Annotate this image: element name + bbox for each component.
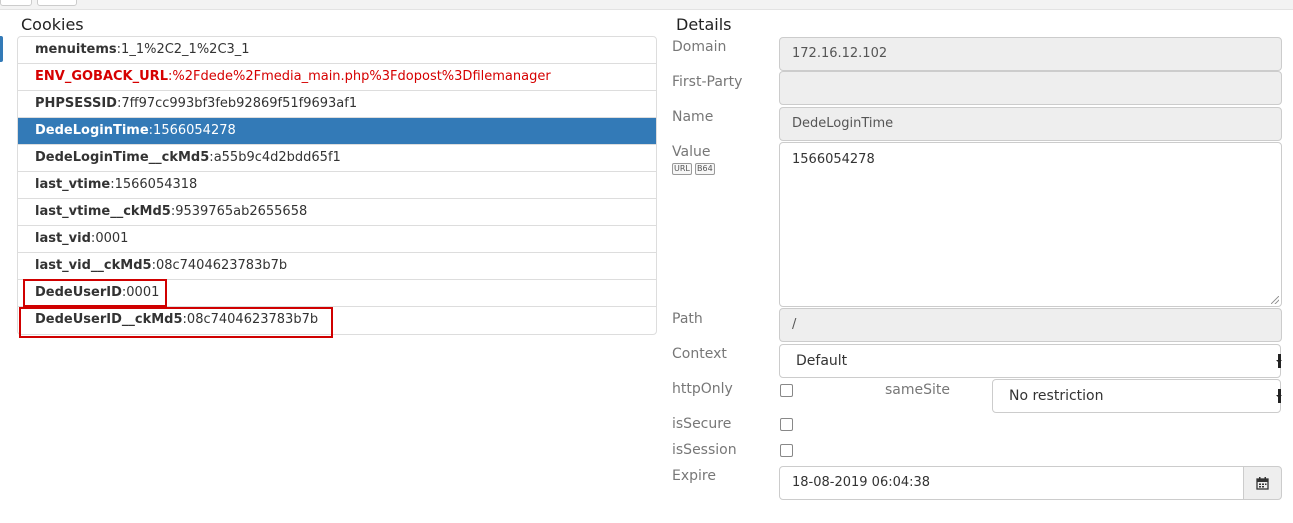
context-select[interactable]: Default	[779, 344, 1282, 378]
value-text: 1566054278	[792, 152, 875, 167]
first-party-label: First-Party	[672, 74, 743, 90]
expire-input[interactable]: 18-08-2019 06:04:38	[779, 466, 1244, 500]
cookie-row[interactable]: ENV_GOBACK_URL:%2Fdede%2Fmedia_main.php%…	[18, 64, 656, 91]
url-decode-button[interactable]: URL	[672, 163, 692, 175]
value-textarea[interactable]: 1566054278	[779, 142, 1282, 307]
issecure-label: isSecure	[672, 416, 732, 432]
value-label: Value	[672, 144, 711, 160]
dropdown-caret-icon	[1276, 389, 1282, 403]
cookie-value: 7ff97cc993bf3feb92869f51f9693af1	[121, 96, 358, 111]
highlight-box	[23, 279, 167, 307]
cookie-name: DedeLoginTime__ckMd5	[35, 150, 210, 165]
cookie-name: last_vtime	[35, 177, 111, 192]
httponly-label: httpOnly	[672, 381, 733, 397]
cookie-name: last_vtime__ckMd5	[35, 204, 171, 219]
details-heading: Details	[676, 15, 732, 34]
cookie-name: PHPSESSID	[35, 96, 117, 111]
cookie-row[interactable]: menuitems:1_1%2C2_1%2C3_1	[18, 37, 656, 64]
calendar-icon	[1256, 476, 1269, 490]
issession-label: isSession	[672, 442, 737, 458]
domain-field[interactable]: 172.16.12.102	[779, 37, 1282, 71]
cookie-row[interactable]: last_vtime:1566054318	[18, 172, 656, 199]
cookie-row[interactable]: last_vid:0001	[18, 226, 656, 253]
cookie-value: 1_1%2C2_1%2C3_1	[121, 42, 250, 57]
cookie-name: menuitems	[35, 42, 117, 57]
base64-decode-button[interactable]: B64	[695, 163, 715, 175]
domain-label: Domain	[672, 39, 727, 55]
top-toolbar-strip	[0, 0, 1293, 10]
toolbar-button[interactable]	[37, 0, 77, 6]
issession-checkbox[interactable]	[780, 444, 793, 457]
cookie-value: 9539765ab2655658	[175, 204, 308, 219]
cookie-value: 1566054318	[114, 177, 198, 192]
samesite-value: No restriction	[1009, 388, 1104, 404]
cookie-value: 0001	[95, 231, 129, 246]
cookie-row[interactable]: last_vid__ckMd5:08c7404623783b7b	[18, 253, 656, 280]
issecure-checkbox[interactable]	[780, 418, 793, 431]
httponly-checkbox[interactable]	[780, 384, 793, 397]
samesite-label: sameSite	[885, 382, 951, 398]
cookie-row[interactable]: DedeLoginTime:1566054278	[18, 118, 656, 145]
cookie-name: last_vid	[35, 231, 91, 246]
cookie-value: 08c7404623783b7b	[155, 258, 288, 273]
name-field[interactable]: DedeLoginTime	[779, 107, 1282, 141]
first-party-field[interactable]	[779, 71, 1282, 105]
calendar-button[interactable]	[1243, 466, 1282, 500]
context-label: Context	[672, 346, 727, 362]
toolbar-button[interactable]	[0, 0, 32, 6]
name-label: Name	[672, 109, 714, 125]
path-label: Path	[672, 311, 703, 327]
cookie-row[interactable]: PHPSESSID:7ff97cc993bf3feb92869f51f9693a…	[18, 91, 656, 118]
cookie-row[interactable]: last_vtime__ckMd5:9539765ab2655658	[18, 199, 656, 226]
cookie-value: %2Fdede%2Fmedia_main.php%3Fdopost%3Dfile…	[172, 69, 551, 84]
side-tab-indicator[interactable]	[0, 36, 3, 62]
cookie-name: DedeLoginTime	[35, 123, 149, 138]
highlight-box	[19, 307, 333, 338]
cookie-row[interactable]: DedeLoginTime__ckMd5:a55b9c4d2bdd65f1	[18, 145, 656, 172]
path-field[interactable]: /	[779, 308, 1282, 342]
cookies-heading: Cookies	[21, 15, 84, 34]
cookie-value: a55b9c4d2bdd65f1	[213, 150, 341, 165]
dropdown-caret-icon	[1276, 354, 1282, 368]
cookie-value: 1566054278	[153, 123, 236, 138]
context-value: Default	[796, 353, 848, 369]
expire-label: Expire	[672, 468, 716, 484]
samesite-select[interactable]: No restriction	[992, 379, 1282, 413]
cookie-name: last_vid__ckMd5	[35, 258, 152, 273]
resize-grip-icon[interactable]	[1271, 296, 1279, 304]
cookie-name: ENV_GOBACK_URL	[35, 69, 168, 84]
